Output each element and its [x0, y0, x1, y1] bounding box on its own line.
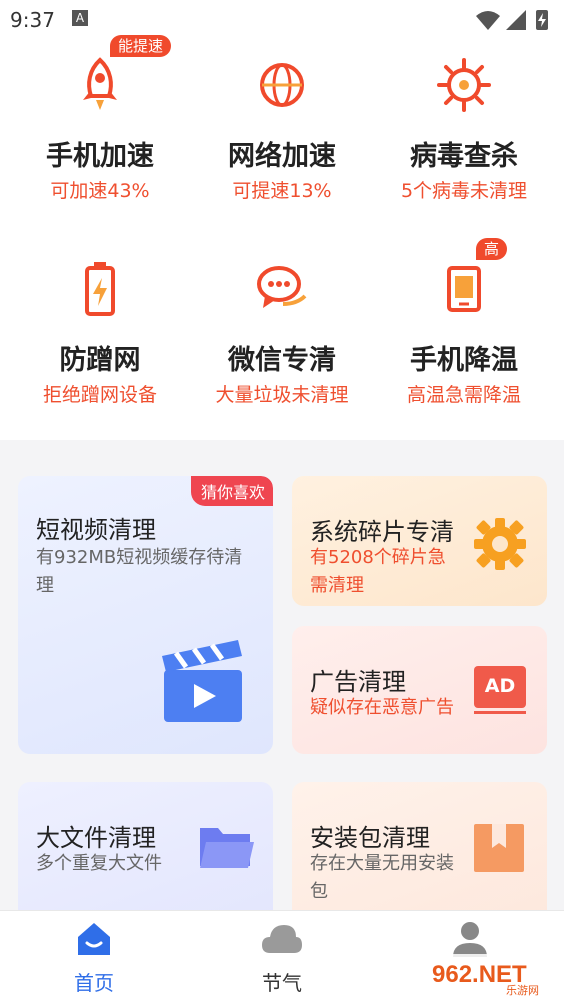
feature-wechat-clean[interactable]: 微信专清 大量垃圾未清理 [188, 260, 376, 420]
notification-a-icon: A [72, 10, 88, 26]
feature-subtitle: 5个病毒未清理 [400, 180, 528, 202]
feature-title: 网络加速 [228, 141, 336, 172]
status-icons [476, 10, 548, 30]
feature-subtitle: 可加速43% [50, 180, 150, 202]
tab-home[interactable]: 首页 [34, 919, 154, 999]
cloud-icon [262, 925, 302, 953]
phone-cool-icon [447, 266, 481, 312]
tab-label: 首页 [74, 971, 114, 995]
ad-icon-underline [474, 711, 526, 714]
status-bar: 9:37 A [0, 0, 564, 40]
folder-icon [200, 828, 254, 868]
card-subtitle: 疑似存在恶意广告 [310, 697, 454, 718]
card-short-video[interactable]: 短视频清理 有932MB短视频缓存待清理 猜你喜欢 [18, 476, 273, 754]
svg-text:乐游网: 乐游网 [506, 984, 539, 997]
feature-network-speedup[interactable]: 网络加速 可提速13% [188, 56, 376, 216]
card-apk-clean[interactable]: 安装包清理 存在大量无用安装包 [292, 782, 547, 922]
card-subtitle: 存在大量无用安装包 [310, 853, 454, 902]
signal-icon [506, 10, 526, 30]
card-title: 广告清理 [310, 668, 406, 696]
card-system-fragments[interactable]: 系统碎片专清 有5208个碎片急需清理 [292, 476, 547, 606]
feature-phone-cooling[interactable]: 手机降温 高温急需降温 [370, 260, 558, 420]
tab-solar-terms[interactable]: 节气 [222, 919, 342, 999]
card-subtitle: 多个重复大文件 [36, 853, 162, 874]
feature-title: 手机降温 [410, 345, 518, 376]
feature-subtitle: 大量垃圾未清理 [215, 384, 349, 406]
tab-label: 节气 [262, 971, 302, 995]
card-title: 短视频清理 [36, 516, 156, 544]
card-title: 大文件清理 [36, 824, 156, 852]
feature-phone-speedup[interactable]: 手机加速 可加速43% [6, 56, 194, 216]
high-temp-badge: 高 [476, 238, 508, 260]
feature-virus-scan[interactable]: 病毒查杀 5个病毒未清理 [370, 56, 558, 216]
wifi-icon [476, 11, 500, 30]
feature-title: 防蹭网 [59, 345, 141, 376]
feature-subtitle: 高温急需降温 [406, 384, 521, 406]
card-big-file[interactable]: 大文件清理 多个重复大文件 [18, 782, 273, 922]
gear-icon [474, 518, 526, 570]
battery-icon [85, 262, 115, 316]
feature-subtitle: 可提速13% [232, 180, 332, 202]
card-title: 安装包清理 [310, 824, 430, 852]
recommend-badge: 猜你喜欢 [190, 476, 273, 506]
card-subtitle: 有932MB短视频缓存待清理 [36, 547, 243, 596]
speedup-badge: 能提速 [110, 35, 172, 57]
feature-anti-leech[interactable]: 防蹭网 拒绝蹭网设备 [6, 260, 194, 420]
globe-icon [260, 63, 304, 107]
feature-title: 病毒查杀 [410, 141, 518, 172]
card-ad-clean[interactable]: 广告清理 疑似存在恶意广告 AD [292, 626, 547, 754]
package-icon [474, 824, 524, 872]
rocket-icon [83, 57, 117, 110]
feature-grid: 手机加速 可加速43% 能提速 网络加速 可提速13% 病毒查杀 5个病毒未清理 [0, 35, 564, 440]
chat-bubble-icon [257, 266, 307, 308]
card-subtitle: 有5208个碎片急需清理 [310, 547, 446, 596]
status-time: 9:37 [10, 8, 55, 32]
virus-icon [437, 58, 491, 112]
feature-subtitle: 拒绝蹭网设备 [42, 384, 157, 406]
ad-icon: AD [474, 666, 526, 708]
card-title: 系统碎片专清 [310, 518, 454, 546]
site-watermark: 962.NET 乐游网 [424, 950, 560, 1000]
feature-title: 微信专清 [228, 345, 336, 376]
clapperboard-icon [162, 640, 242, 722]
home-icon [78, 923, 110, 955]
feature-title: 手机加速 [46, 141, 154, 172]
